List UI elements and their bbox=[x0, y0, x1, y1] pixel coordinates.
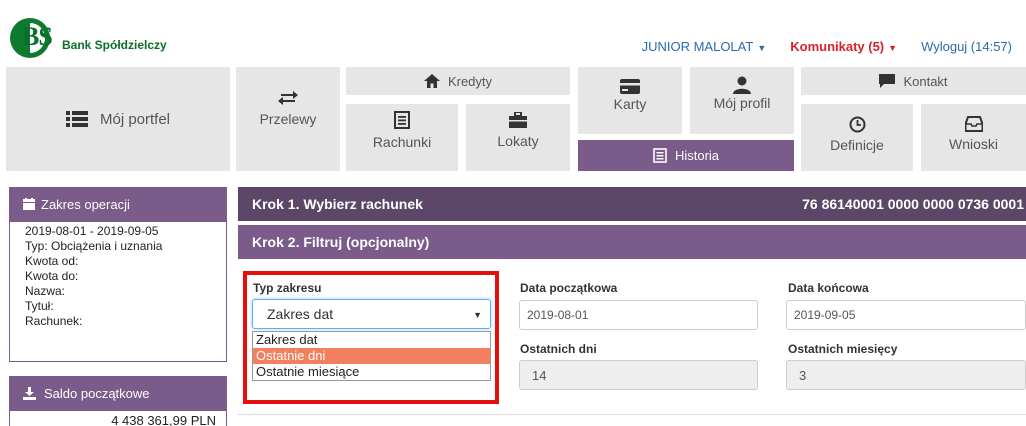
section-divider bbox=[238, 414, 1026, 415]
nav-contact-label: Kontakt bbox=[903, 73, 948, 89]
transfer-arrows-icon bbox=[278, 91, 298, 105]
nav-transfers[interactable]: Przelewy bbox=[236, 67, 340, 171]
highlight-frame bbox=[243, 271, 499, 404]
end-date-label: Data końcowa bbox=[788, 281, 869, 295]
main-nav: Mój portfel Przelewy Kredyty Rachunki Lo… bbox=[0, 62, 1026, 172]
nav-accounts-label: Rachunki bbox=[372, 134, 432, 150]
nav-credits[interactable]: Kredyty bbox=[346, 67, 570, 95]
nav-contact[interactable]: Kontakt bbox=[801, 67, 1026, 95]
logout-link[interactable]: Wyloguj (14:57) bbox=[921, 39, 1012, 54]
user-icon bbox=[733, 76, 751, 94]
step1-header[interactable]: Krok 1. Wybierz rachunek 76 86140001 000… bbox=[238, 187, 1026, 221]
nav-cards-label: Karty bbox=[613, 96, 647, 112]
nav-deposits-label: Lokaty bbox=[497, 133, 539, 149]
range-summary-line: 2019-08-01 - 2019-09-05 bbox=[25, 224, 159, 238]
home-icon bbox=[423, 74, 440, 88]
step2-header[interactable]: Krok 2. Filtruj (opcjonalny) bbox=[238, 225, 1026, 259]
nav-portfolio[interactable]: Mój portfel bbox=[6, 67, 230, 171]
last-months-input[interactable]: 3 bbox=[786, 360, 1026, 390]
balance-panel-header: Saldo początkowe bbox=[9, 376, 227, 410]
nav-applications-label: Wnioski bbox=[948, 136, 998, 152]
user-menu-label: JUNIOR MALOLAT bbox=[641, 39, 754, 54]
bank-logo[interactable]: BS Bank Spółdzielczy bbox=[10, 18, 180, 58]
briefcase-icon bbox=[509, 112, 527, 128]
nav-history-label: Historia bbox=[674, 148, 720, 163]
range-summary-line: Nazwa: bbox=[25, 284, 66, 298]
caret-down-icon: ▼ bbox=[757, 43, 767, 53]
nav-accounts[interactable]: Rachunki bbox=[346, 104, 458, 171]
end-date-input[interactable]: 2019-09-05 bbox=[786, 300, 1026, 330]
range-summary-line: Typ: Obciążenia i uznania bbox=[25, 239, 163, 253]
range-panel-title: Zakres operacji bbox=[41, 196, 130, 212]
nav-cards[interactable]: Karty bbox=[578, 67, 682, 134]
balance-panel-title: Saldo początkowe bbox=[44, 385, 150, 401]
top-links: JUNIOR MALOLAT ▼ Komunikaty (5) ▼ Wyloguj … bbox=[642, 39, 1012, 54]
last-days-label: Ostatnich dni bbox=[520, 342, 597, 356]
nav-profile-label: Mój profil bbox=[713, 95, 771, 111]
end-date-value: 2019-09-05 bbox=[794, 308, 856, 322]
clock-icon bbox=[849, 116, 865, 133]
account-number: 76 86140001 0000 0000 0736 0001 bbox=[802, 196, 1024, 212]
nav-definitions[interactable]: Definicje bbox=[801, 104, 913, 171]
range-panel-header: Zakres operacji bbox=[9, 187, 227, 221]
messages-menu[interactable]: Komunikaty (5) ▼ bbox=[790, 39, 897, 54]
inbox-icon bbox=[964, 116, 983, 132]
start-date-label: Data początkowa bbox=[520, 281, 618, 295]
logo-bank-text: Bank Spółdzielczy bbox=[62, 38, 167, 52]
range-summary-list: 2019-08-01 - 2019-09-05 Typ: Obciążenia i… bbox=[10, 222, 226, 329]
download-tray-icon bbox=[23, 386, 36, 400]
nav-transfers-label: Przelewy bbox=[259, 111, 317, 127]
calendar-icon bbox=[23, 198, 35, 210]
nav-portfolio-label: Mój portfel bbox=[99, 110, 171, 128]
start-date-input[interactable]: 2019-08-01 bbox=[519, 300, 758, 330]
header: BS Bank Spółdzielczy JUNIOR MALOLAT ▼ Kom… bbox=[0, 0, 1026, 62]
document-list-icon bbox=[394, 111, 410, 129]
list-icon bbox=[65, 111, 88, 127]
range-summary-line: Tytuł: bbox=[25, 299, 54, 313]
range-summary-line: Kwota do: bbox=[25, 269, 79, 283]
logo-bs-text: BS bbox=[22, 22, 53, 51]
last-months-label: Ostatnich miesięcy bbox=[788, 342, 898, 356]
range-summary-line: Kwota od: bbox=[25, 254, 79, 268]
nav-applications[interactable]: Wnioski bbox=[921, 104, 1026, 171]
start-date-value: 2019-08-01 bbox=[527, 308, 589, 322]
messages-menu-label: Komunikaty (5) bbox=[790, 39, 885, 54]
range-panel-body: 2019-08-01 - 2019-09-05 Typ: Obciążenia i… bbox=[9, 221, 227, 362]
step1-label: Krok 1. Wybierz rachunek bbox=[252, 196, 423, 212]
last-months-value: 3 bbox=[799, 367, 807, 383]
nav-history[interactable]: Historia bbox=[578, 140, 794, 171]
caret-down-icon: ▼ bbox=[888, 43, 898, 53]
chat-bubble-icon bbox=[879, 74, 896, 88]
user-menu[interactable]: JUNIOR MALOLAT ▼ bbox=[642, 39, 767, 54]
nav-profile[interactable]: Mój profil bbox=[690, 67, 794, 134]
balance-value: 4 438 361,99 PLN bbox=[111, 413, 216, 426]
document-list-icon bbox=[653, 148, 667, 163]
range-summary-line: Rachunek: bbox=[25, 314, 83, 328]
step2-label: Krok 2. Filtruj (opcjonalny) bbox=[252, 234, 430, 250]
nav-deposits[interactable]: Lokaty bbox=[466, 104, 570, 171]
nav-definitions-label: Definicje bbox=[830, 137, 884, 153]
last-days-value: 14 bbox=[532, 367, 547, 383]
last-days-input[interactable]: 14 bbox=[519, 360, 758, 390]
balance-panel-body: 4 438 361,99 PLN bbox=[9, 410, 227, 426]
nav-credits-label: Kredyty bbox=[447, 73, 493, 89]
credit-card-icon bbox=[620, 79, 640, 94]
